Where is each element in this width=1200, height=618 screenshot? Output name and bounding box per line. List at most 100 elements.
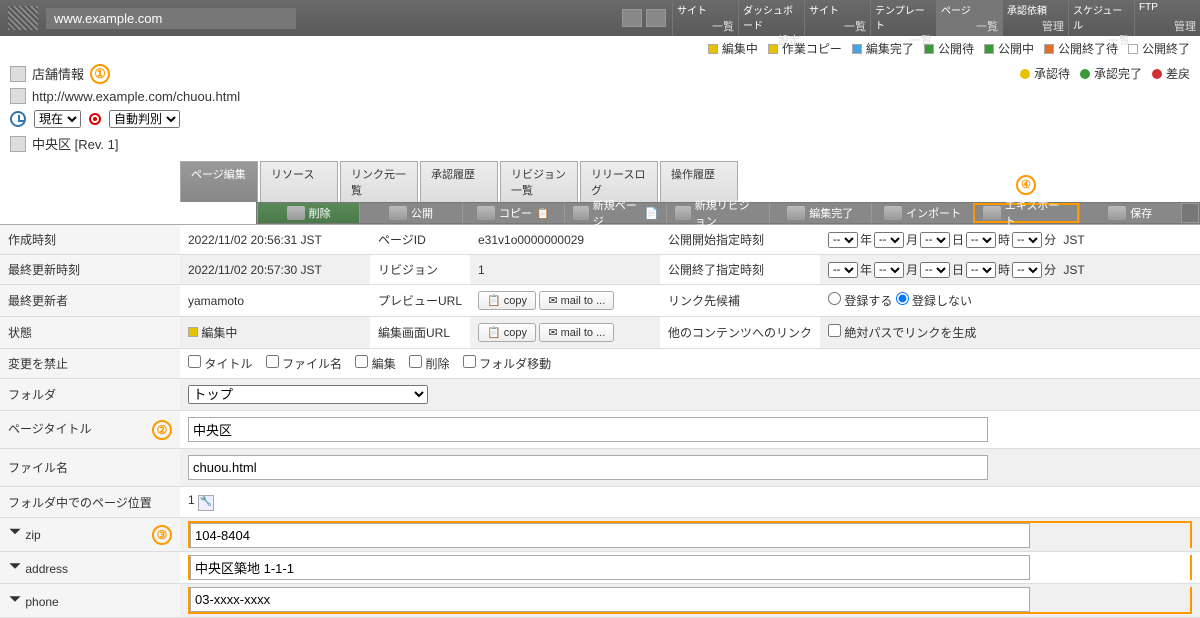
time-select[interactable]: 現在	[34, 110, 81, 128]
phone-input[interactable]	[190, 587, 1030, 612]
status-pubwait: 公開待	[924, 40, 974, 57]
annotation-4: ④	[1016, 175, 1036, 195]
address-input[interactable]	[190, 555, 1030, 580]
auto-select[interactable]: 自動判別	[109, 110, 180, 128]
hour-select2[interactable]: --	[966, 262, 996, 278]
cb-foldermove[interactable]: フォルダ移動	[463, 357, 551, 371]
new-revision-button[interactable]: 新規リビジョン	[666, 203, 768, 223]
min-select2[interactable]: --	[1012, 262, 1042, 278]
filename-label: ファイル名	[0, 449, 180, 487]
nav-site2[interactable]: サイト一覧	[804, 0, 870, 36]
pageid-label: ページID	[370, 225, 470, 255]
pubend-val: --年 --月 --日 --時 --分 JST	[820, 255, 1200, 285]
action-toolbar: 削除 公開 コピー📋 新規ページ📄 新規リビジョン 編集完了 インポート ④ エ…	[256, 202, 1200, 224]
nav-site[interactable]: サイト一覧	[672, 0, 738, 36]
rev-val: 1	[470, 255, 660, 285]
page-url: http://www.example.com/chuou.html	[32, 89, 240, 104]
pagepos-val: 1 🔧	[180, 487, 1200, 518]
pagepos-label: フォルダ中でのページ位置	[0, 487, 180, 518]
annotation-1: ①	[90, 64, 110, 84]
nav-template[interactable]: テンプレート一覧	[870, 0, 936, 36]
cb-edit[interactable]: 編集	[355, 357, 395, 371]
toolbar-icon-1[interactable]	[622, 9, 642, 27]
disk-icon[interactable]	[1181, 203, 1199, 223]
properties-table: 作成時刻 2022/11/02 20:56:31 JST ページID e31v1…	[0, 224, 1200, 618]
month-select[interactable]: --	[874, 232, 904, 248]
zip-input[interactable]	[190, 523, 1030, 548]
min-select[interactable]: --	[1012, 232, 1042, 248]
status-legend-1: 編集中 作業コピー 編集完了 公開待 公開中 公開終了待 公開終了	[0, 36, 1200, 61]
cb-title[interactable]: タイトル	[188, 357, 252, 371]
clock-icon	[10, 111, 26, 127]
created-val: 2022/11/02 20:56:31 JST	[180, 225, 370, 255]
shop-info-label: 店舗情報	[32, 64, 84, 83]
abspath-checkbox[interactable]: 絶対パスでリンクを生成	[828, 326, 976, 340]
register-radio[interactable]: 登録する	[828, 294, 892, 308]
chevron-down-icon[interactable]	[8, 525, 22, 539]
tab-resource[interactable]: リソース	[260, 161, 338, 202]
day-select2[interactable]: --	[920, 262, 950, 278]
cb-delete[interactable]: 削除	[409, 357, 449, 371]
noregister-radio[interactable]: 登録しない	[896, 294, 972, 308]
target-icon	[89, 113, 101, 125]
year-select2[interactable]: --	[828, 262, 858, 278]
nav-ftp[interactable]: FTP管理	[1134, 0, 1200, 36]
rev-label: リビジョン	[370, 255, 470, 285]
status-legend-2: 承認待 承認完了 差戻	[1010, 61, 1200, 86]
hour-select[interactable]: --	[966, 232, 996, 248]
save-button[interactable]: 保存	[1079, 203, 1181, 223]
nav-approval[interactable]: 承認依頼管理	[1002, 0, 1068, 36]
status-pubendwait: 公開終了待	[1044, 40, 1118, 57]
delete-button[interactable]: 削除	[257, 203, 359, 223]
year-select[interactable]: --	[828, 232, 858, 248]
chevron-down-icon[interactable]	[8, 559, 22, 573]
mailto-preview-button[interactable]: ✉ mail to ...	[539, 291, 614, 310]
clipboard-icon: 📋	[536, 207, 550, 220]
shop-info-row: 店舗情報 ①	[0, 61, 1010, 86]
updated-label: 最終更新時刻	[0, 255, 180, 285]
created-label: 作成時刻	[0, 225, 180, 255]
address-label: address	[0, 552, 180, 584]
folder-label: フォルダ	[0, 379, 180, 411]
chevron-down-icon[interactable]	[8, 592, 22, 606]
copy-preview-button[interactable]: 📋 copy	[478, 291, 536, 310]
tab-page-edit[interactable]: ページ編集	[180, 161, 258, 202]
control-row: 現在 自動判別	[0, 106, 1200, 132]
copy-button[interactable]: コピー📋	[462, 203, 564, 223]
tab-linksrc[interactable]: リンク元一覧	[340, 161, 418, 202]
nav-dashboard[interactable]: ダッシュボード設定	[738, 0, 804, 36]
pagetitle-input[interactable]	[188, 417, 988, 442]
linkcand-label: リンク先候補	[660, 285, 820, 317]
doc-icon	[10, 136, 26, 152]
filename-input[interactable]	[188, 455, 988, 480]
phone-label: phone	[0, 584, 180, 618]
day-select[interactable]: --	[920, 232, 950, 248]
month-select2[interactable]: --	[874, 262, 904, 278]
export-button[interactable]: ④ エキスポート	[973, 203, 1078, 223]
nav-page[interactable]: ページ一覧	[936, 0, 1002, 36]
otherlink-label: 他のコンテンツへのリンク	[660, 317, 820, 349]
updated-val: 2022/11/02 20:57:30 JST	[180, 255, 370, 285]
folder-select[interactable]: トップ	[188, 385, 428, 404]
tab-revisions[interactable]: リビジョン一覧	[500, 161, 578, 202]
toolbar-icon-2[interactable]	[646, 9, 666, 27]
updater-label: 最終更新者	[0, 285, 180, 317]
forbid-label: 変更を禁止	[0, 349, 180, 379]
global-nav: サイト一覧 ダッシュボード設定 サイト一覧 テンプレート一覧 ページ一覧 承認依…	[672, 0, 1200, 36]
pagetitle-label: ページタイトル ②	[0, 411, 180, 449]
copy-editurl-button[interactable]: 📋 copy	[478, 323, 536, 342]
new-page-button[interactable]: 新規ページ📄	[564, 203, 666, 223]
tab-release-log[interactable]: リリースログ	[580, 161, 658, 202]
zip-label: zip ③	[0, 518, 180, 552]
cb-filename[interactable]: ファイル名	[266, 357, 342, 371]
publish-button[interactable]: 公開	[359, 203, 461, 223]
state-label: 状態	[0, 317, 180, 349]
tab-approval-history[interactable]: 承認履歴	[420, 161, 498, 202]
edit-done-button[interactable]: 編集完了	[769, 203, 871, 223]
mailto-editurl-button[interactable]: ✉ mail to ...	[539, 323, 614, 342]
nav-schedule[interactable]: スケジュール一覧	[1068, 0, 1134, 36]
wrench-icon[interactable]: 🔧	[198, 495, 214, 511]
tab-ops-history[interactable]: 操作履歴	[660, 161, 738, 202]
pubend-label: 公開終了指定時刻	[660, 255, 820, 285]
import-button[interactable]: インポート	[871, 203, 973, 223]
